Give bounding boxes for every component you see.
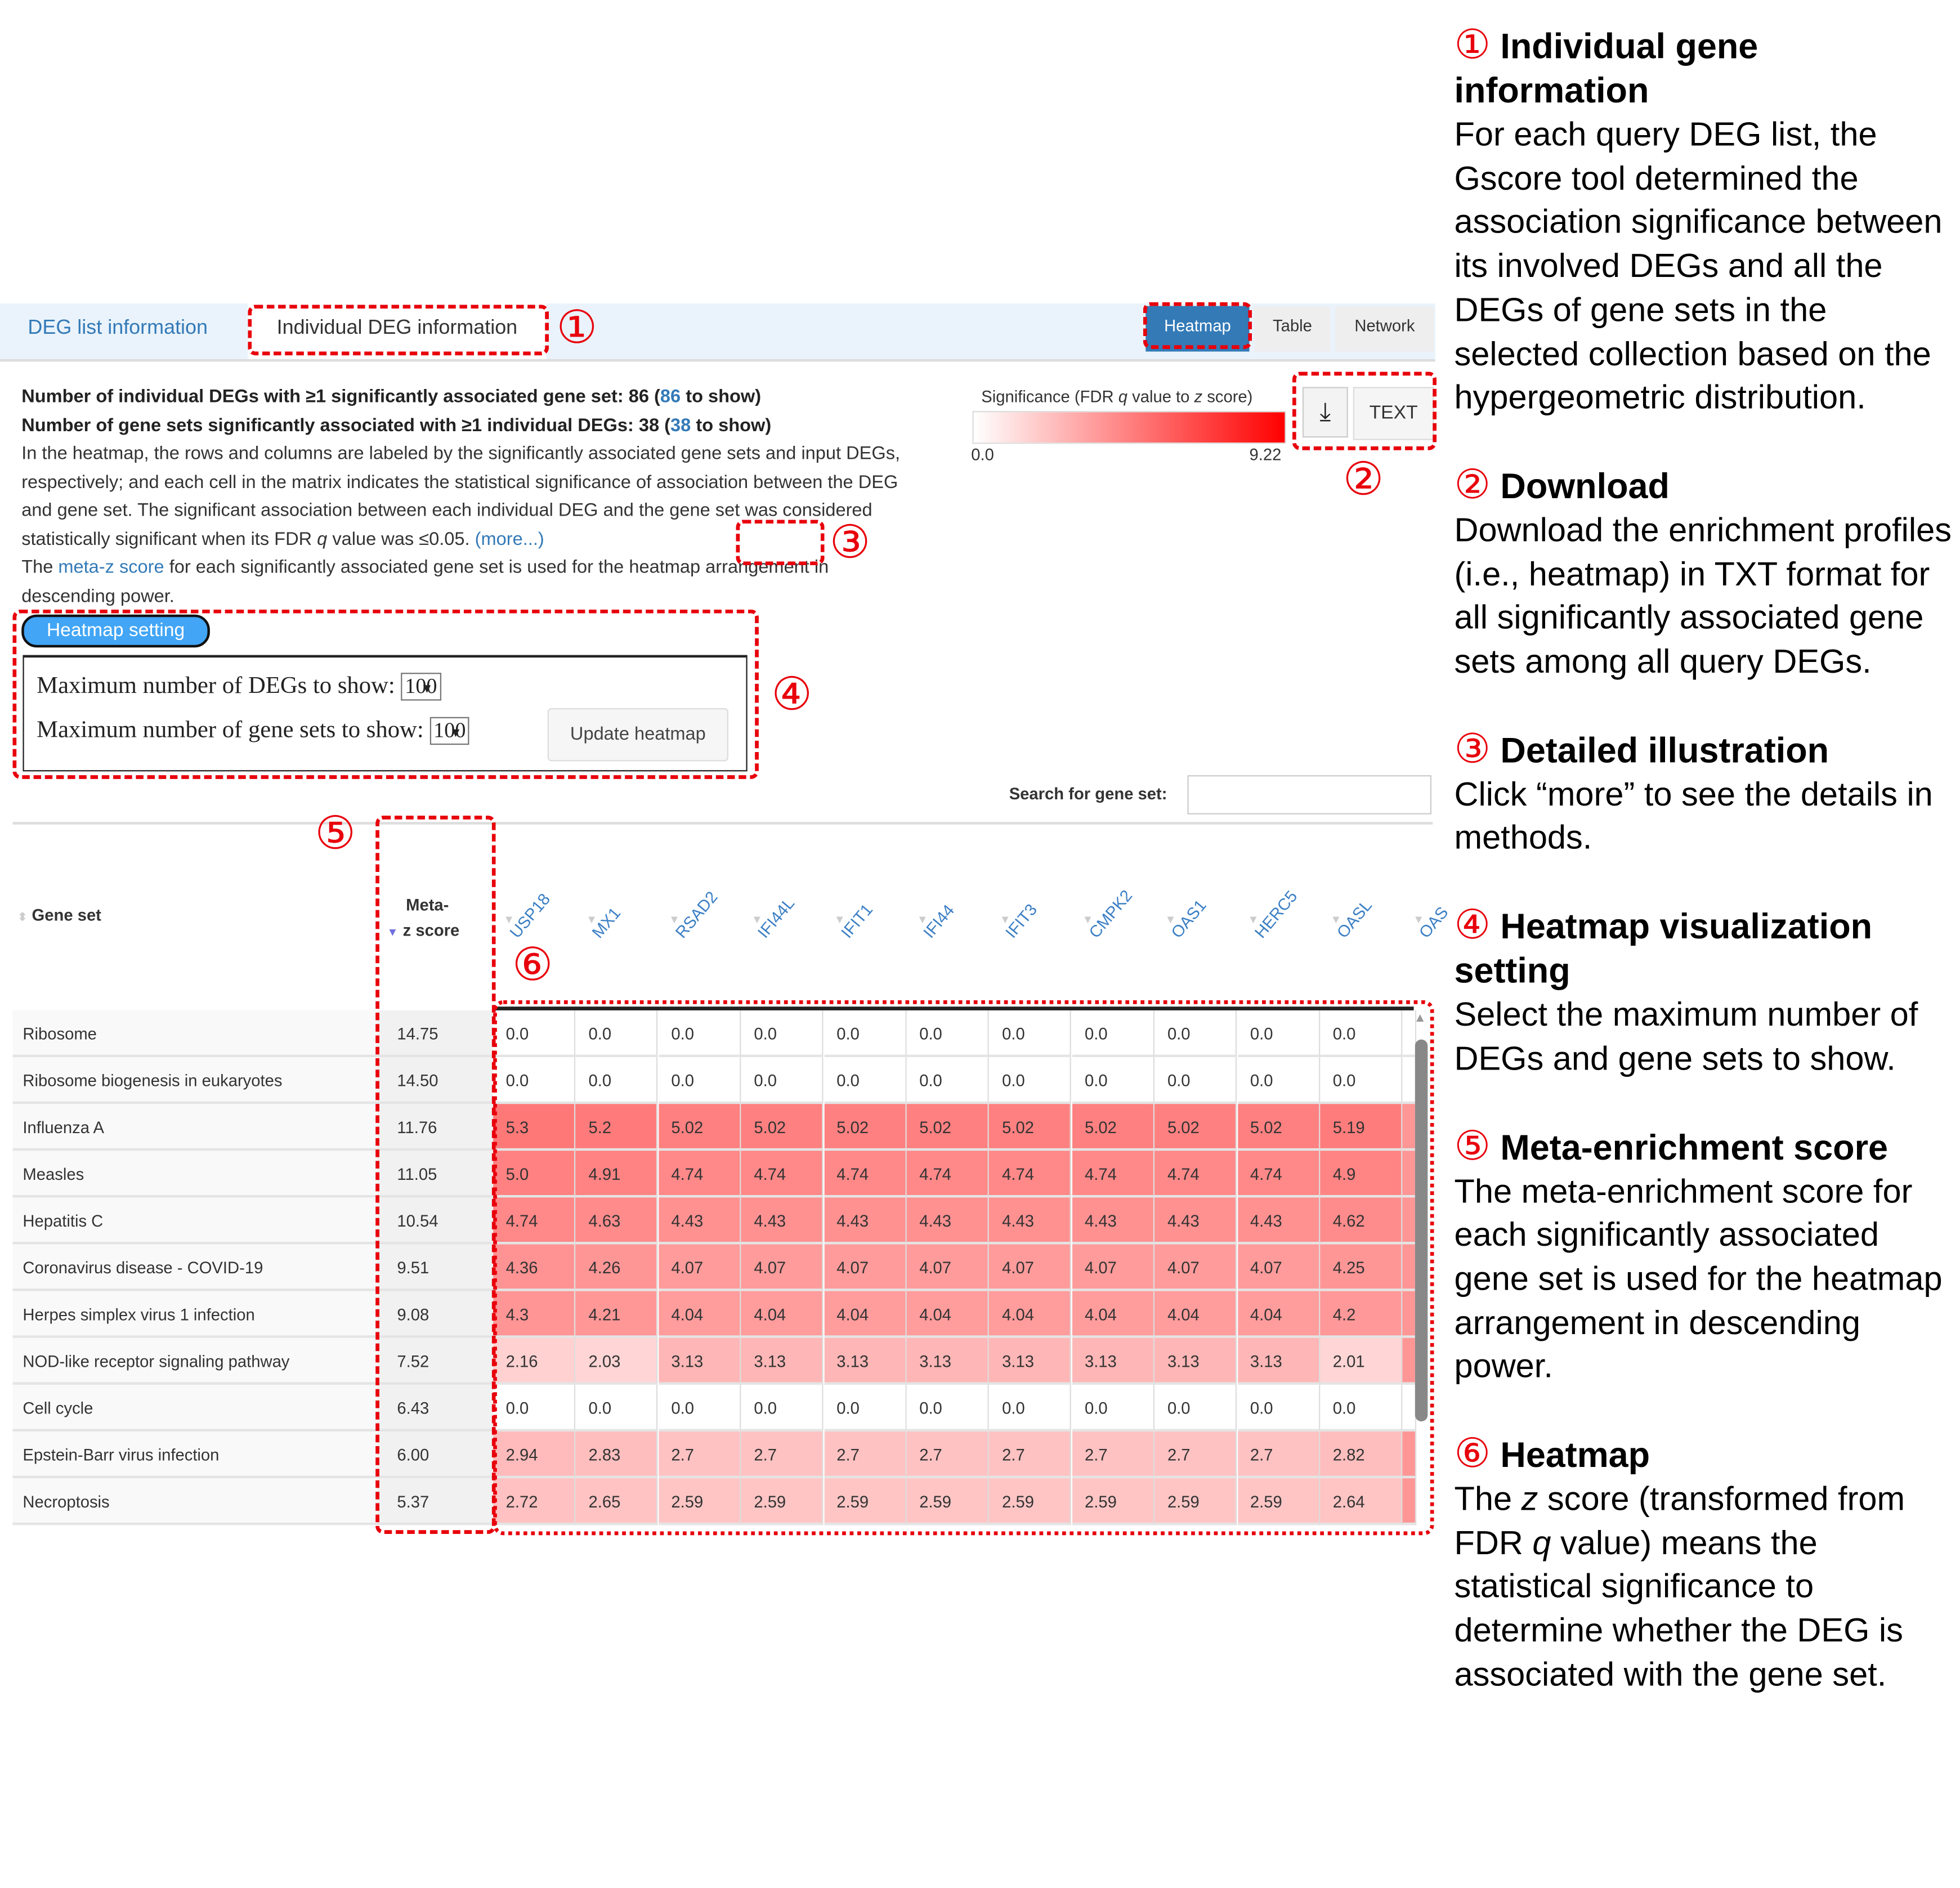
legend-title-end: score) (1202, 387, 1253, 406)
note-1: ① Individual gene information For each qu… (1454, 20, 1960, 419)
note-title: Meta-enrichment score (1500, 1127, 1889, 1167)
sort-icon: ⬍ (17, 910, 28, 923)
deg-count-suffix: to show) (681, 387, 762, 408)
note-marker: ⑤ (1454, 1121, 1491, 1169)
annotation-box-6 (493, 1000, 1434, 1536)
gene-set-header-label: Gene set (32, 905, 101, 925)
meta-z-score-link[interactable]: meta-z score (58, 558, 164, 578)
legend-title-mid: value to (1127, 387, 1194, 406)
header-divider (12, 822, 1433, 825)
marker-3: ③ (829, 517, 871, 569)
meta-z-text: The (21, 557, 59, 578)
note-marker: ③ (1454, 724, 1491, 773)
search-gene-set-input[interactable] (1187, 775, 1432, 815)
marker-1: ① (556, 302, 597, 355)
note-6: ⑥ Heatmap The z score (transformed from F… (1454, 1431, 1960, 1697)
note-marker: ② (1454, 460, 1491, 508)
deg-count-link[interactable]: 86 (660, 387, 681, 407)
note-title: Heatmap (1500, 1435, 1650, 1475)
marker-6: ⑥ (512, 939, 553, 992)
network-view-button[interactable]: Network (1335, 306, 1434, 352)
row-label: Ribosome biogenesis in eukaryotes (12, 1057, 377, 1104)
note-title: Heatmap visualization setting (1454, 907, 1873, 991)
tab-deg-list-information[interactable]: DEG list information (28, 303, 208, 359)
annotation-box-4 (12, 609, 759, 779)
marker-2: ② (1343, 454, 1384, 506)
gene-set-column-header[interactable]: ⬍ Gene set (17, 905, 101, 924)
note-5: ⑤ Meta-enrichment score The meta-enrichme… (1454, 1121, 1960, 1389)
gene-set-count-link[interactable]: 38 (670, 415, 691, 436)
note-body: Select the maximum number of DEGs and ge… (1454, 995, 1918, 1077)
note-title: Individual gene information (1454, 26, 1758, 110)
note-4: ④ Heatmap visualization setting Select th… (1454, 900, 1960, 1080)
note-body: Click “more” to see the details in metho… (1454, 775, 1933, 857)
note-marker: ⑥ (1454, 1429, 1491, 1478)
legend-color-bar (972, 411, 1286, 444)
marker-5: ⑤ (315, 808, 356, 860)
note-title: Detailed illustration (1500, 730, 1829, 770)
note-title: Download (1500, 466, 1670, 506)
note-body: The meta-enrichment score for each signi… (1454, 1171, 1943, 1385)
row-label: Hepatitis C (12, 1197, 377, 1245)
annotation-box-1 (248, 305, 549, 356)
note-marker: ① (1454, 20, 1491, 69)
annotation-box-heatmap (1143, 302, 1252, 350)
annotation-box-3 (736, 520, 825, 566)
legend-title-text: Significance (FDR (981, 387, 1118, 406)
annotation-box-2 (1292, 372, 1437, 450)
row-label: Necroptosis (12, 1478, 377, 1525)
note-marker: ④ (1454, 900, 1491, 949)
summary-info: Number of individual DEGs with ≥1 signif… (21, 383, 925, 611)
row-label: NOD-like receptor signaling pathway (12, 1337, 377, 1385)
row-label: Measles (12, 1151, 377, 1198)
legend-min: 0.0 (971, 445, 994, 464)
gene-set-count-text: Number of gene sets significantly associ… (21, 415, 671, 436)
note-body: The z score (transformed from FDR q valu… (1454, 1477, 1960, 1697)
annotation-box-5 (375, 815, 496, 1534)
row-label: Herpes simplex virus 1 infection (12, 1291, 377, 1338)
table-view-button[interactable]: Table (1254, 306, 1331, 352)
note-2: ② Download Download the enrichment profil… (1454, 460, 1960, 684)
row-label: Cell cycle (12, 1384, 377, 1432)
explanation-panel: ① Individual gene information For each qu… (1454, 20, 1960, 1739)
row-label: Influenza A (12, 1104, 377, 1151)
marker-4: ④ (771, 669, 812, 721)
legend-max: 9.22 (1249, 445, 1282, 464)
note-text: The (1454, 1479, 1522, 1518)
row-label: Coronavirus disease - COVID-19 (12, 1244, 377, 1291)
q-symbol: q (317, 529, 328, 550)
note-z: z (1521, 1479, 1538, 1518)
note-3: ③ Detailed illustration Click “more” to s… (1454, 724, 1960, 860)
description-text-end: value was ≤0.05. (327, 529, 470, 550)
note-body: For each query DEG list, the Gscore tool… (1454, 115, 1943, 417)
note-body: Download the enrichment profiles (i.e., … (1454, 511, 1952, 681)
legend-z: z (1194, 387, 1203, 406)
legend-title: Significance (FDR q value to z score) (981, 387, 1252, 406)
note-q: q (1532, 1523, 1551, 1562)
more-link[interactable]: (more...) (475, 529, 544, 549)
deg-count-text: Number of individual DEGs with ≥1 signif… (21, 387, 660, 408)
row-label: Epstein-Barr virus infection (12, 1431, 377, 1479)
gene-set-count-suffix: to show) (691, 415, 772, 436)
row-label: Ribosome (12, 1010, 377, 1058)
search-label: Search for gene set: (1009, 784, 1167, 803)
legend-q: q (1118, 387, 1128, 406)
